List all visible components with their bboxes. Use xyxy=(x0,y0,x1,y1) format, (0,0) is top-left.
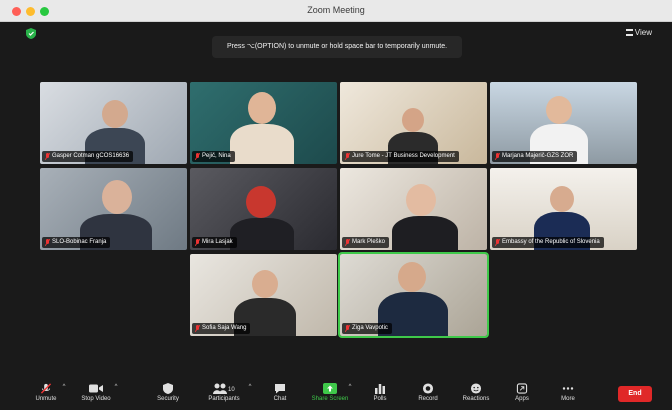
video-tile[interactable]: Mira Lasjak xyxy=(190,168,337,250)
muted-mic-icon xyxy=(195,153,200,160)
video-camera-icon xyxy=(89,384,103,393)
participant-name: Embassy of the Republic of Slovenia xyxy=(502,239,600,245)
participant-video xyxy=(102,100,128,128)
view-label: View xyxy=(634,28,652,37)
view-button[interactable]: View xyxy=(625,28,652,37)
participant-video xyxy=(402,108,424,132)
participant-name: Mark Pleško xyxy=(352,239,386,245)
share-screen-icon xyxy=(323,383,337,394)
video-tile[interactable]: Jure Tome - JT Business Development xyxy=(340,82,487,164)
zoom-window: Zoom Meeting View Press ⌥(OPTION) to unm… xyxy=(0,0,672,410)
participants-icon: 10 xyxy=(213,383,235,394)
participant-name: Ziga Vavpotic xyxy=(352,325,388,331)
participant-video xyxy=(398,262,426,292)
participant-video xyxy=(102,180,132,214)
muted-mic-icon xyxy=(45,239,50,246)
meeting-toolbar: Unmute ^ Stop Video ^ Security 10 Partic… xyxy=(20,378,660,410)
muted-mic-icon xyxy=(495,239,500,246)
security-shield-icon[interactable] xyxy=(26,28,36,39)
smiley-reaction-icon xyxy=(470,383,482,394)
more-button[interactable]: More xyxy=(544,380,592,408)
muted-mic-icon xyxy=(45,153,50,160)
participant-name: SLO-Bobinac Franja xyxy=(52,239,107,245)
apps-label: Apps xyxy=(515,396,529,402)
more-label: More xyxy=(561,396,575,402)
polls-button[interactable]: Polls xyxy=(356,380,404,408)
participants-options-chevron-up-icon[interactable]: ^ xyxy=(246,384,254,390)
muted-mic-icon xyxy=(195,325,200,332)
share-screen-label: Share Screen xyxy=(311,396,349,402)
apps-icon xyxy=(516,383,528,394)
participants-label: Participants xyxy=(208,396,240,402)
security-button[interactable]: Security xyxy=(144,380,192,408)
video-tile[interactable]: Sofia Saja Wang xyxy=(190,254,337,336)
polls-label: Polls xyxy=(373,396,387,402)
reactions-label: Reactions xyxy=(462,396,490,402)
video-options-chevron-up-icon[interactable]: ^ xyxy=(112,384,120,390)
participant-name: Sofia Saja Wang xyxy=(202,325,247,331)
participant-video xyxy=(248,92,276,124)
participant-name: Pejič, Nina xyxy=(202,153,231,159)
participant-video xyxy=(252,270,278,298)
title-bar: Zoom Meeting xyxy=(0,0,672,22)
participant-name: Marjana Majerič-GZS ZOR xyxy=(502,153,574,159)
apps-button[interactable]: Apps xyxy=(498,380,546,408)
participant-name-tag: Marjana Majerič-GZS ZOR xyxy=(492,151,578,162)
meeting-area: View Press ⌥(OPTION) to unmute or hold s… xyxy=(20,22,660,378)
participants-button[interactable]: 10 Participants xyxy=(200,380,248,408)
muted-mic-icon xyxy=(495,153,500,160)
chat-bubble-icon xyxy=(275,384,285,394)
participant-name-tag: SLO-Bobinac Franja xyxy=(42,237,111,248)
participants-count: 10 xyxy=(228,387,235,393)
audio-options-chevron-up-icon[interactable]: ^ xyxy=(60,384,68,390)
unmute-label: Unmute xyxy=(35,396,57,402)
participant-name-tag: Ziga Vavpotic xyxy=(342,323,392,334)
participant-name-tag: Mark Pleško xyxy=(342,237,390,248)
muted-mic-icon xyxy=(345,325,350,332)
chat-label: Chat xyxy=(273,396,287,402)
participant-name-tag: Pejič, Nina xyxy=(192,151,235,162)
video-tile[interactable]: SLO-Bobinac Franja xyxy=(40,168,187,250)
muted-mic-icon xyxy=(345,153,350,160)
record-icon xyxy=(422,383,434,394)
chat-button[interactable]: Chat xyxy=(256,380,304,408)
reactions-button[interactable]: Reactions xyxy=(452,380,500,408)
window-title: Zoom Meeting xyxy=(307,5,365,15)
muted-mic-icon xyxy=(195,239,200,246)
grid-view-icon xyxy=(625,29,633,36)
participant-video xyxy=(550,186,574,212)
muted-microphone-icon xyxy=(40,383,52,394)
participant-video-body xyxy=(230,124,294,164)
bar-chart-icon xyxy=(375,384,385,394)
video-tile[interactable]: Gasper Cotman gCOS16636 xyxy=(40,82,187,164)
muted-mic-icon xyxy=(345,239,350,246)
participant-name-tag: Gasper Cotman gCOS16636 xyxy=(42,151,134,162)
participant-video-body xyxy=(230,218,294,250)
video-tile[interactable]: Mark Pleško xyxy=(340,168,487,250)
participant-video xyxy=(546,96,572,124)
participant-name-tag: Jure Tome - JT Business Development xyxy=(342,151,459,162)
security-label: Security xyxy=(157,396,179,402)
shield-icon xyxy=(163,383,173,394)
participant-name: Jure Tome - JT Business Development xyxy=(352,153,455,159)
participant-video-body xyxy=(392,216,458,250)
participant-name: Gasper Cotman gCOS16636 xyxy=(52,153,130,159)
participant-video xyxy=(246,186,276,218)
stop-video-label: Stop Video xyxy=(81,396,111,402)
participant-video xyxy=(406,184,436,216)
participant-name-tag: Mira Lasjak xyxy=(192,237,237,248)
end-meeting-button[interactable]: End xyxy=(618,386,652,402)
video-tile[interactable]: Pejič, Nina xyxy=(190,82,337,164)
video-tile-active-speaker[interactable]: Ziga Vavpotic xyxy=(338,252,489,338)
share-options-chevron-up-icon[interactable]: ^ xyxy=(346,384,354,390)
participant-name-tag: Sofia Saja Wang xyxy=(192,323,251,334)
video-tile[interactable]: Embassy of the Republic of Slovenia xyxy=(490,168,637,250)
record-label: Record xyxy=(418,396,438,402)
ellipsis-icon xyxy=(562,387,574,390)
participant-name: Mira Lasjak xyxy=(202,239,233,245)
unmute-hint-banner: Press ⌥(OPTION) to unmute or hold space … xyxy=(212,36,462,58)
record-button[interactable]: Record xyxy=(404,380,452,408)
participant-name-tag: Embassy of the Republic of Slovenia xyxy=(492,237,604,248)
video-tile[interactable]: Marjana Majerič-GZS ZOR xyxy=(490,82,637,164)
